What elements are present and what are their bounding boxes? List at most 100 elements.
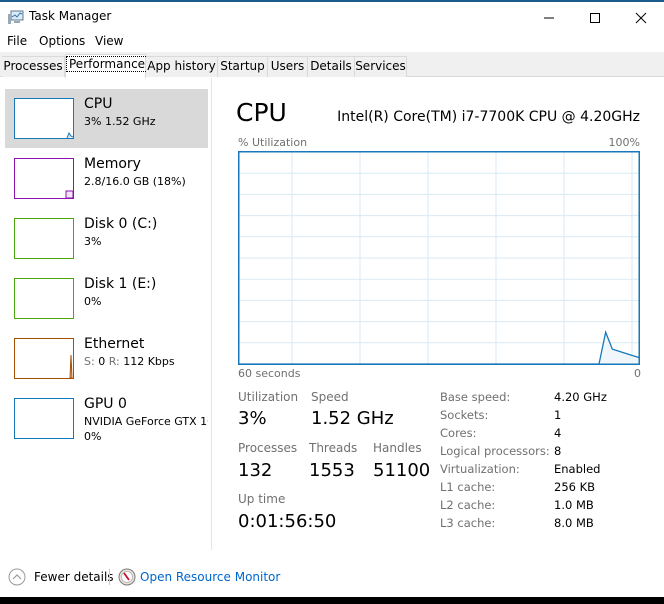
menu-bar: File Options View	[0, 32, 664, 52]
chart-y-max-label: 100%	[608, 136, 640, 149]
gpu-mini-graph	[14, 398, 74, 439]
minimize-icon	[544, 17, 554, 19]
spec-label: Virtualization:	[440, 462, 520, 476]
sidebar-subtitle: S: 0 R: 112 Kbps	[84, 355, 208, 368]
tab-users[interactable]: Users	[268, 56, 308, 77]
sidebar-title: GPU 0	[84, 396, 127, 412]
footer: Fewer details Open Resource Monitor	[0, 560, 664, 596]
performance-sidebar: CPU 3% 1.52 GHz Memory 2.8/16.0 GB (18%)…	[0, 78, 212, 550]
spec-value: 4	[554, 426, 562, 440]
sidebar-title: Ethernet	[84, 336, 145, 352]
handles-label: Handles	[373, 441, 422, 455]
spec-label: Base speed:	[440, 390, 511, 404]
speed-label: Speed	[311, 390, 349, 404]
page-title: CPU	[236, 98, 287, 127]
spec-value: Enabled	[554, 462, 601, 476]
sidebar-title: Disk 1 (E:)	[84, 276, 157, 292]
fewer-details-button[interactable]: Fewer details	[34, 570, 114, 584]
tab-app-history[interactable]: App history	[146, 56, 218, 77]
spec-value: 1	[554, 408, 562, 422]
tab-label: Users	[270, 59, 305, 73]
menu-options[interactable]: Options	[39, 34, 85, 48]
receive-label: R:	[108, 355, 120, 368]
utilization-value: 3%	[238, 408, 267, 429]
sidebar-title: Memory	[84, 156, 141, 172]
tab-processes[interactable]: Processes	[2, 56, 65, 77]
chart-y-label: % Utilization	[238, 136, 308, 149]
sidebar-item-disk-1[interactable]: Disk 1 (E:) 0%	[5, 269, 208, 328]
chart-area-fill	[239, 332, 639, 364]
spec-label: L2 cache:	[440, 498, 496, 512]
sidebar-subtitle: NVIDIA GeForce GTX 1070	[84, 415, 208, 428]
tab-services[interactable]: Services	[355, 56, 407, 77]
sidebar-title: CPU	[84, 96, 113, 112]
maximize-button[interactable]	[572, 4, 618, 32]
disk-1-mini-graph	[14, 278, 74, 319]
close-icon	[635, 12, 647, 24]
tab-label: App history	[147, 59, 216, 73]
chart-x-min-label: 0	[634, 367, 641, 380]
tab-label: Processes	[3, 59, 63, 73]
minimize-button[interactable]	[526, 4, 572, 32]
spec-label: Sockets:	[440, 408, 489, 422]
chart-x-label: 60 seconds	[238, 367, 301, 380]
sidebar-title: Disk 0 (C:)	[84, 216, 158, 232]
tab-label: Startup	[220, 59, 265, 73]
tab-startup[interactable]: Startup	[218, 56, 268, 77]
spec-label: Cores:	[440, 426, 477, 440]
uptime-label: Up time	[238, 492, 286, 506]
send-label: S:	[84, 355, 95, 368]
sidebar-subtitle: 3%	[84, 235, 102, 248]
cpu-model-name: Intel(R) Core(TM) i7-7700K CPU @ 4.20GHz	[337, 109, 640, 125]
sidebar-subtitle-2: 0%	[84, 430, 102, 443]
title-bar[interactable]: Task Manager	[0, 2, 664, 32]
send-value: 0	[98, 355, 106, 368]
sidebar-item-disk-0[interactable]: Disk 0 (C:) 3%	[5, 209, 208, 268]
memory-mini-graph	[14, 158, 74, 199]
ethernet-mini-graph	[14, 338, 74, 379]
resource-monitor-icon	[118, 568, 136, 586]
window-bottom-border	[0, 597, 664, 604]
window-title: Task Manager	[29, 9, 112, 23]
spec-label: L1 cache:	[440, 480, 496, 494]
sidebar-subtitle: 2.8/16.0 GB (18%)	[84, 175, 186, 188]
spec-label: L3 cache:	[440, 516, 496, 530]
disk-0-mini-graph	[14, 218, 74, 259]
spec-value: 4.20 GHz	[554, 390, 607, 404]
tab-label: Services	[355, 59, 406, 73]
threads-value: 1553	[309, 460, 355, 481]
sidebar-item-memory[interactable]: Memory 2.8/16.0 GB (18%)	[5, 149, 208, 208]
chart-series-line	[239, 329, 640, 365]
spec-value: 8	[554, 444, 562, 458]
menu-view[interactable]: View	[95, 34, 123, 48]
spec-value: 256 KB	[554, 480, 596, 494]
tab-label: Performance	[66, 56, 149, 72]
menu-file[interactable]: File	[7, 34, 27, 48]
tab-performance[interactable]: Performance	[65, 54, 149, 78]
tab-details[interactable]: Details	[308, 56, 355, 77]
chevron-up-circle-icon[interactable]	[8, 568, 26, 586]
threads-label: Threads	[309, 441, 358, 455]
spec-value: 8.0 MB	[554, 516, 594, 530]
sidebar-item-ethernet[interactable]: Ethernet S: 0 R: 112 Kbps	[5, 329, 208, 388]
uptime-value: 0:01:56:50	[238, 511, 337, 532]
open-resource-monitor-link[interactable]: Open Resource Monitor	[140, 570, 280, 584]
sidebar-item-cpu[interactable]: CPU 3% 1.52 GHz	[5, 89, 208, 148]
footer-separator	[109, 569, 110, 585]
tab-label: Details	[310, 59, 352, 73]
cpu-mini-graph	[14, 98, 74, 139]
spec-label: Logical processors:	[440, 444, 550, 458]
sidebar-subtitle: 0%	[84, 295, 102, 308]
task-manager-app-icon	[8, 10, 24, 24]
sidebar-item-gpu-0[interactable]: GPU 0 NVIDIA GeForce GTX 1070 0%	[5, 389, 208, 448]
utilization-label: Utilization	[238, 390, 299, 404]
processes-value: 132	[238, 460, 273, 481]
maximize-icon	[590, 13, 600, 23]
receive-value: 112 Kbps	[123, 355, 175, 368]
sidebar-subtitle: 3% 1.52 GHz	[84, 115, 156, 128]
close-button[interactable]	[618, 4, 664, 32]
processes-label: Processes	[238, 441, 298, 455]
handles-value: 51100	[373, 460, 431, 481]
cpu-utilization-chart	[238, 151, 640, 365]
tab-bar: Processes Performance App history Startu…	[0, 52, 664, 78]
